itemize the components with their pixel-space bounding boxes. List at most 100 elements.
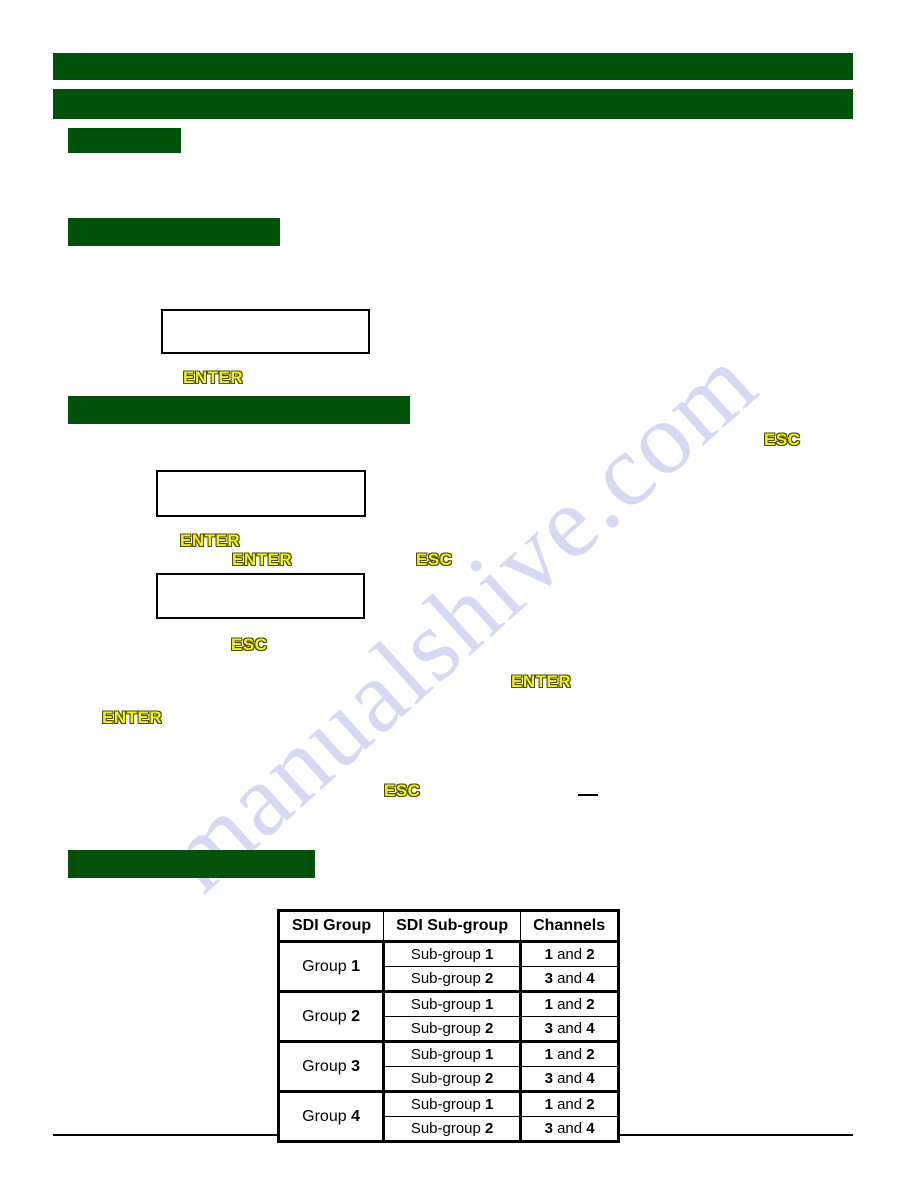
subgroup-label-number: 1 [485, 946, 494, 963]
group-label-number: 1 [351, 957, 360, 975]
channel-conjunction: and [552, 996, 587, 1013]
subgroup-label-text: Sub-group [410, 1020, 486, 1037]
group-label-text: Group [302, 1007, 352, 1025]
subgroup-label-text: Sub-group [410, 1120, 486, 1137]
subgroup-cell: Sub-group 2 [383, 1066, 523, 1092]
heading-bar-2 [68, 218, 280, 246]
channel-second: 2 [586, 946, 595, 963]
table-row: Group 3 Sub-group 11 and 2 [276, 1040, 621, 1092]
title-bar-1 [53, 53, 853, 80]
channel-conjunction: and [552, 1070, 587, 1087]
key-enter-2: ENTER [180, 531, 241, 550]
key-enter-3: ENTER [232, 550, 293, 569]
group-label-text: Group [302, 957, 352, 975]
subgroup-label-text: Sub-group [410, 946, 486, 963]
subgroup-cell: Sub-group 2 [383, 966, 523, 992]
channel-second: 4 [586, 1070, 595, 1087]
heading-bar-3 [68, 396, 410, 424]
channels-cell: 1 and 2 [520, 1040, 621, 1067]
channel-first: 1 [544, 946, 553, 963]
channel-conjunction: and [552, 1020, 587, 1037]
table-header-row: SDI Group SDI Sub-group Channels [277, 910, 620, 943]
key-esc-3: ESC [231, 635, 268, 654]
channel-first: 1 [544, 1046, 553, 1063]
group-cell: Group 2 [276, 990, 386, 1042]
group-label-number: 4 [351, 1107, 360, 1125]
subgroup-label-text: Sub-group [410, 970, 486, 987]
table-head: SDI Group SDI Sub-group Channels [277, 910, 620, 943]
subgroup-label-text: Sub-group [410, 1096, 486, 1113]
channel-first: 1 [544, 996, 553, 1013]
channel-first: 1 [544, 1096, 553, 1113]
subgroup-label-number: 2 [485, 970, 494, 987]
heading-bar-4 [68, 850, 315, 878]
channel-first: 3 [544, 1020, 553, 1037]
sdi-table-container: SDI Group SDI Sub-group Channels Group 1 Su… [276, 909, 621, 1143]
group-cell: Group 3 [276, 1040, 386, 1092]
key-esc-2: ESC [416, 550, 453, 569]
subgroup-label-number: 2 [485, 1070, 494, 1087]
heading-bar-1 [68, 128, 181, 153]
channel-second: 4 [586, 970, 595, 987]
table-header-cell-0: SDI Group [277, 910, 385, 943]
key-enter-5: ENTER [102, 708, 163, 727]
table-row: Group 1 Sub-group 11 and 2 [276, 940, 621, 992]
subgroup-label-text: Sub-group [410, 1046, 486, 1063]
subgroup-label-number: 1 [485, 1096, 494, 1113]
subgroup-label-number: 1 [485, 1046, 494, 1063]
channel-conjunction: and [552, 1046, 587, 1063]
channels-cell: 1 and 2 [520, 1090, 621, 1117]
channel-second: 2 [586, 996, 595, 1013]
subgroup-cell: Sub-group 1 [383, 990, 523, 1017]
table-body: Group 1 Sub-group 11 and 2 Sub-group 23 an… [276, 940, 621, 1142]
channel-second: 2 [586, 1096, 595, 1113]
channel-second: 4 [586, 1120, 595, 1137]
channel-second: 2 [586, 1046, 595, 1063]
channels-cell: 1 and 2 [520, 940, 621, 967]
channels-cell: 1 and 2 [520, 990, 621, 1017]
table-header-cell-2: Channels [520, 910, 620, 943]
subgroup-label-text: Sub-group [410, 1070, 486, 1087]
key-esc-4: ESC [384, 781, 421, 800]
subgroup-cell: Sub-group 1 [383, 1040, 523, 1067]
channel-conjunction: and [552, 946, 587, 963]
subgroup-cell: Sub-group 2 [383, 1016, 523, 1042]
sdi-group-mapping-table: SDI Group SDI Sub-group Channels Group 1 Su… [276, 909, 621, 1143]
title-bar-2 [53, 89, 853, 119]
channel-first: 3 [544, 970, 553, 987]
subgroup-cell: Sub-group 1 [383, 940, 523, 967]
table-row: Group 2 Sub-group 11 and 2 [276, 990, 621, 1042]
channel-conjunction: and [552, 970, 587, 987]
key-enter-4: ENTER [511, 672, 572, 691]
subgroup-label-number: 1 [485, 996, 494, 1013]
channels-cell: 3 and 4 [520, 1016, 621, 1042]
subgroup-label-number: 2 [485, 1120, 494, 1137]
channel-conjunction: and [552, 1096, 587, 1113]
lcd-display-1 [161, 309, 370, 354]
group-label-number: 3 [351, 1057, 360, 1075]
subgroup-cell: Sub-group 2 [383, 1116, 523, 1142]
group-label-text: Group [302, 1057, 352, 1075]
table-header-cell-1: SDI Sub-group [383, 910, 522, 943]
channels-cell: 3 and 4 [520, 1116, 621, 1142]
subgroup-label-text: Sub-group [410, 996, 486, 1013]
channels-cell: 3 and 4 [520, 1066, 621, 1092]
group-cell: Group 4 [276, 1090, 386, 1142]
channels-cell: 3 and 4 [520, 966, 621, 992]
channel-first: 3 [544, 1120, 553, 1137]
key-esc-1: ESC [764, 430, 801, 449]
lcd-display-2 [156, 470, 366, 517]
channel-conjunction: and [552, 1120, 587, 1137]
group-label-text: Group [302, 1107, 352, 1125]
document-page: manualshive.com ENTER ESC ENTER ENTER ESC ESC… [0, 0, 918, 1188]
channel-first: 3 [544, 1070, 553, 1087]
group-label-number: 2 [351, 1007, 360, 1025]
underline-mark [578, 794, 598, 796]
table-row: Group 4 Sub-group 11 and 2 [276, 1090, 621, 1142]
subgroup-label-number: 2 [485, 1020, 494, 1037]
group-cell: Group 1 [276, 940, 386, 992]
subgroup-cell: Sub-group 1 [383, 1090, 523, 1117]
lcd-display-3 [156, 573, 365, 619]
channel-second: 4 [586, 1020, 595, 1037]
key-enter-1: ENTER [183, 368, 244, 387]
